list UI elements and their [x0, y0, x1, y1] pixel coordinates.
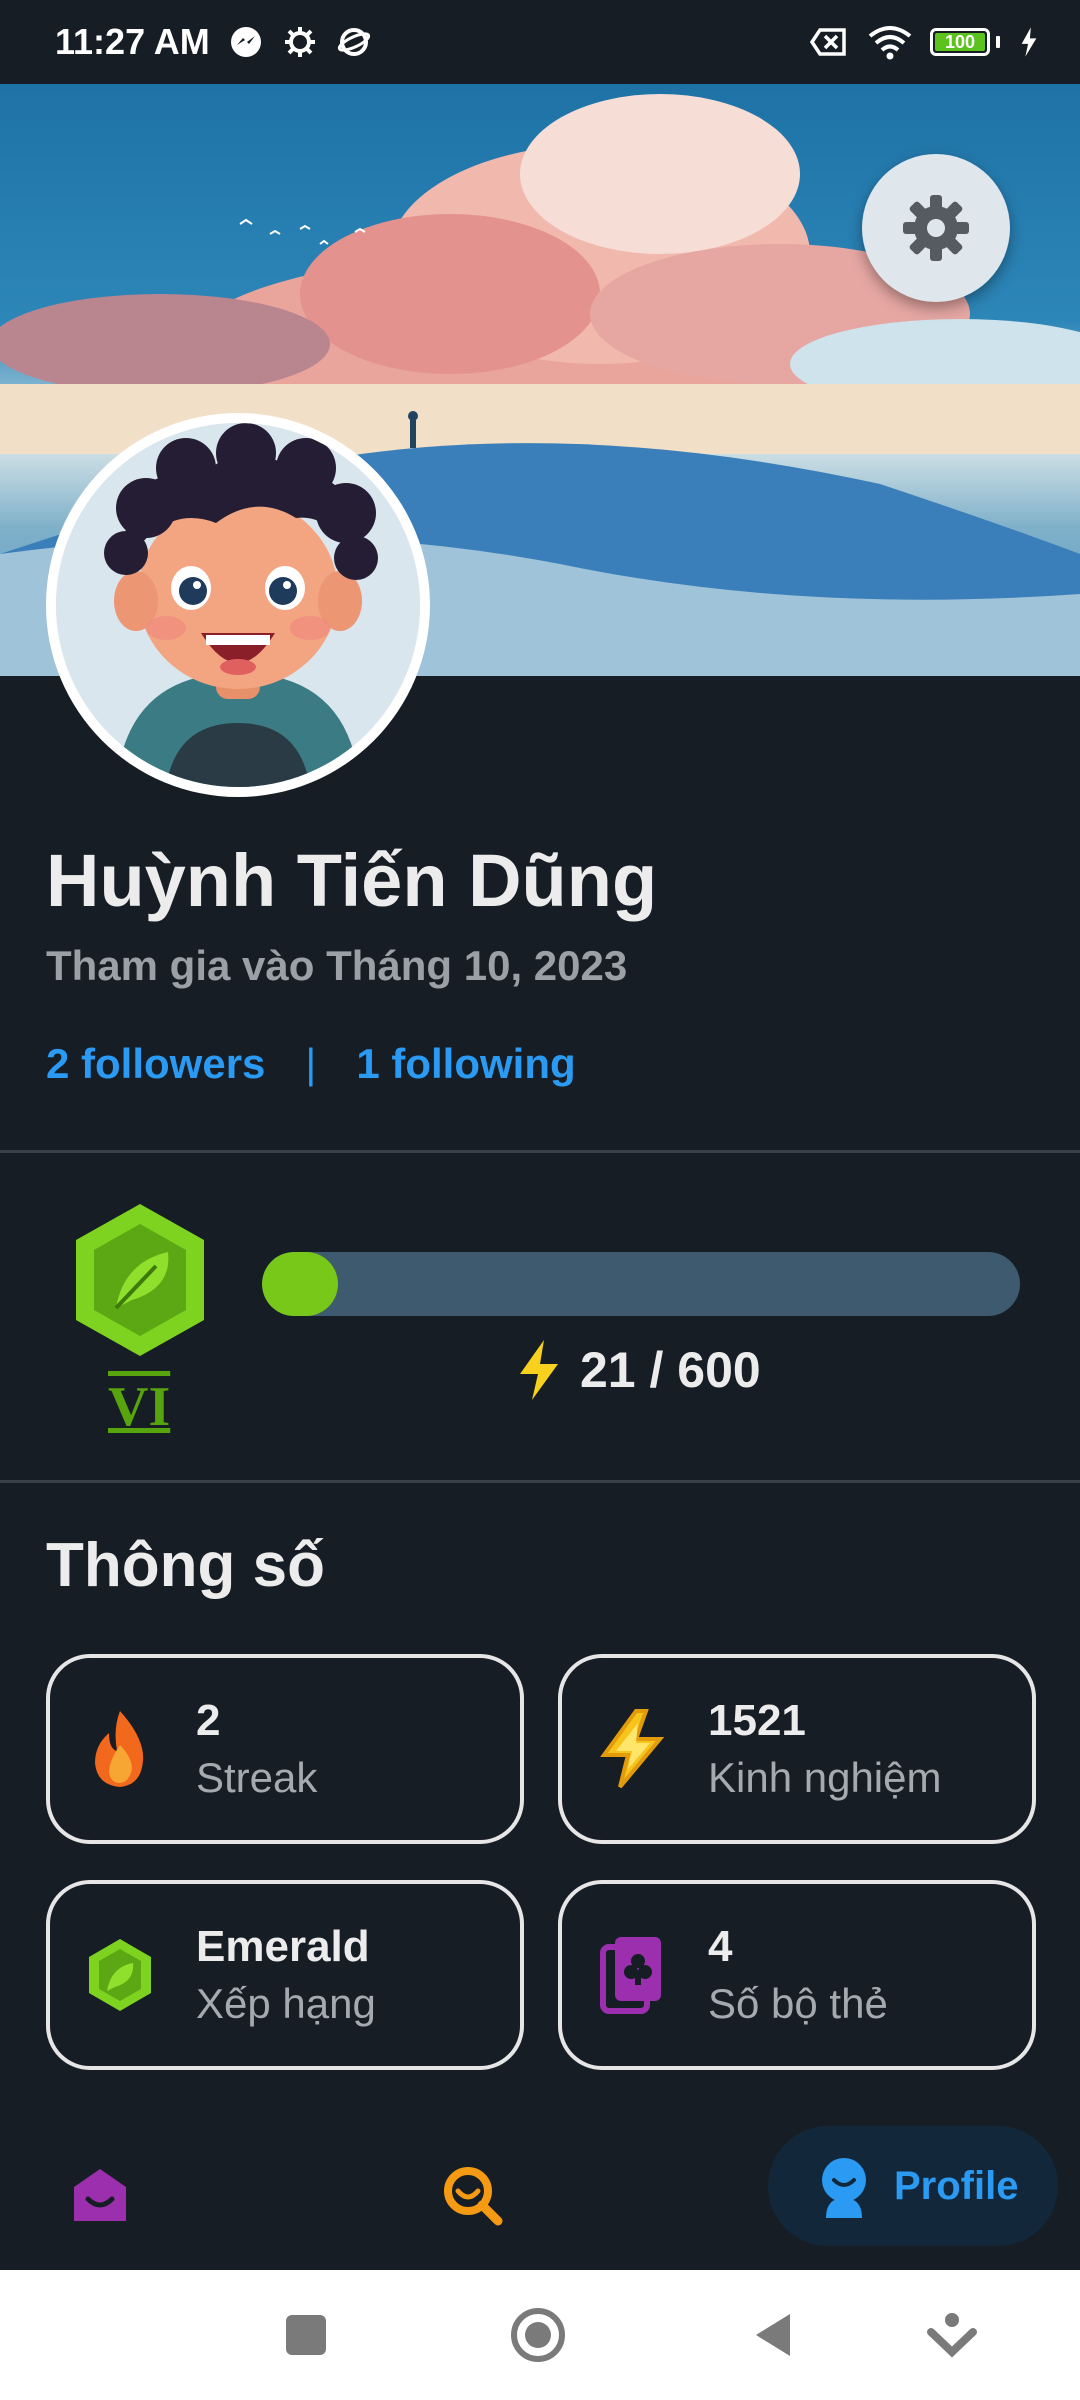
settings-button[interactable] [862, 154, 1010, 302]
no-sim-icon [810, 28, 846, 56]
battery-cap [996, 36, 1000, 48]
stat-label: Số bộ thẻ [708, 1980, 888, 2027]
nav-search-button[interactable] [432, 2155, 512, 2235]
stat-card-experience: 1521 Kinh nghiệm [558, 1654, 1036, 1844]
lightning-icon [592, 1709, 672, 1789]
home-icon [74, 2169, 126, 2221]
emerald-league-icon [80, 1935, 160, 2015]
stat-text: Emerald Xếp hạng [196, 1922, 376, 2028]
xp-readout: 21 / 600 [514, 1338, 761, 1402]
chevron-down-icon [927, 2313, 977, 2358]
gear-icon [284, 27, 315, 57]
stat-value: 1521 [708, 1696, 806, 1745]
card-decks-icon [592, 1935, 672, 2015]
planet-icon [337, 28, 370, 56]
system-nav-bar [0, 2270, 1080, 2400]
following-link[interactable]: 1 following [356, 1040, 575, 1088]
xp-progress-fill [262, 1252, 338, 1316]
stat-card-decks: 4 Số bộ thẻ [558, 1880, 1036, 2070]
nav-profile-label: Profile [894, 2163, 1019, 2208]
stat-label: Streak [196, 1754, 318, 1801]
stat-value: 2 [196, 1696, 221, 1745]
charging-icon [1021, 27, 1037, 57]
stat-card-streak: 2 Streak [46, 1654, 524, 1844]
status-time: 11:27 AM [55, 21, 210, 62]
follow-row: 2 followers | 1 following [46, 1040, 576, 1088]
gear-icon [903, 195, 969, 261]
xp-text: 21 / 600 [580, 1342, 761, 1398]
stat-text: 1521 Kinh nghiệm [708, 1696, 941, 1802]
divider [0, 1480, 1080, 1483]
stat-card-rank: Emerald Xếp hạng [46, 1880, 524, 2070]
battery-level: 100 [944, 31, 976, 52]
profile-name: Huỳnh Tiến Dũng [46, 839, 658, 922]
stat-value: 4 [708, 1922, 733, 1971]
battery-body: 100 [930, 28, 990, 56]
nav-profile-button[interactable]: Profile [768, 2126, 1058, 2246]
follow-separator: | [305, 1040, 317, 1087]
messenger-icon [230, 27, 261, 57]
level-roman: VI [108, 1376, 171, 1438]
recents-button[interactable] [276, 2305, 336, 2365]
battery-icon: 100 [930, 28, 1000, 56]
wifi-icon [868, 26, 912, 60]
bottom-nav: Profile [0, 2110, 1080, 2270]
profile-icon [822, 2158, 866, 2218]
nav-home-button[interactable] [60, 2155, 140, 2235]
avatar-image [56, 423, 420, 787]
avatar[interactable] [46, 413, 430, 797]
stat-label: Kinh nghiệm [708, 1754, 942, 1801]
back-button[interactable] [742, 2305, 802, 2365]
divider [0, 1150, 1080, 1153]
followers-link[interactable]: 2 followers [46, 1040, 265, 1088]
level-badge-icon [76, 1204, 204, 1356]
status-right: 100 [810, 24, 1040, 60]
stat-text: 4 Số bộ thẻ [708, 1922, 888, 2028]
assist-button[interactable] [922, 2305, 982, 2365]
fire-icon [80, 1709, 160, 1789]
stat-value: Emerald [196, 1922, 370, 1971]
stats-heading: Thông số [46, 1531, 325, 1600]
lightning-icon [520, 1340, 558, 1400]
circle-home-icon [511, 2308, 565, 2362]
status-bar: 11:27 AM 100 [0, 0, 1080, 84]
status-left: 11:27 AM [55, 21, 372, 63]
search-icon [444, 2167, 503, 2226]
stat-label: Xếp hạng [196, 1980, 376, 2027]
xp-progress-bar [262, 1252, 1020, 1316]
join-date: Tham gia vào Tháng 10, 2023 [46, 942, 628, 989]
avatar-illustration [56, 423, 420, 787]
square-icon [286, 2315, 326, 2355]
home-system-button[interactable] [508, 2305, 568, 2365]
stat-text: 2 Streak [196, 1696, 317, 1802]
back-triangle-icon [756, 2314, 790, 2356]
